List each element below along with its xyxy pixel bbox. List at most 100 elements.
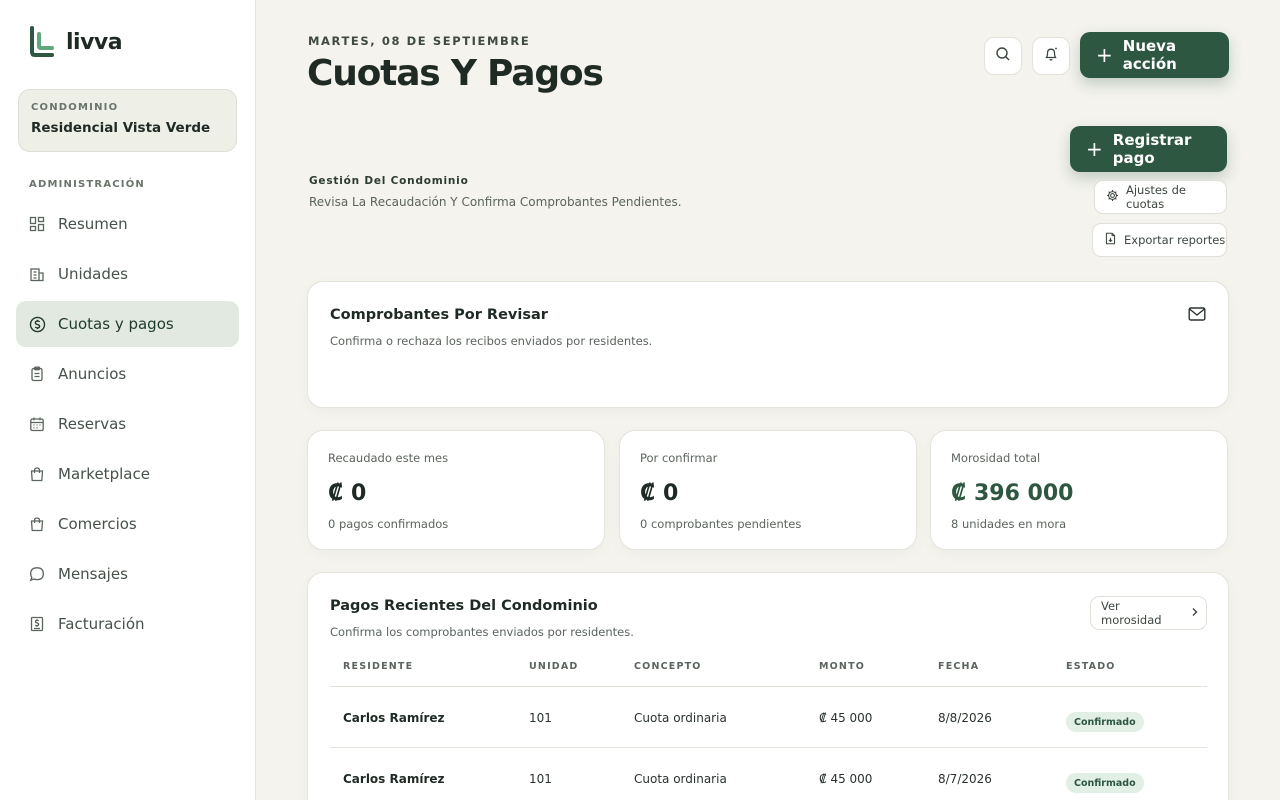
notifications-button[interactable] — [1032, 37, 1070, 75]
export-reports-button[interactable]: Exportar reportes — [1092, 223, 1227, 257]
bell-icon — [1043, 46, 1059, 66]
section-description: Revisa La Recaudación Y Confirma Comprob… — [309, 195, 682, 209]
app-logo[interactable]: livva — [28, 26, 123, 58]
table-row[interactable]: Carlos Ramírez 101 Cuota ordinaria ₡ 45 … — [330, 748, 1207, 800]
register-payment-button[interactable]: + Registrar pago — [1070, 126, 1227, 172]
column-header: FECHA — [938, 661, 980, 672]
admin-section-label: ADMINISTRACIÓN — [29, 179, 145, 190]
view-delinquency-button[interactable]: Ver morosidad — [1090, 596, 1207, 630]
stat-value: ₡ 0 — [640, 481, 679, 506]
review-card-title: Comprobantes Por Revisar — [330, 307, 548, 323]
chat-bubble-icon — [28, 565, 46, 583]
stat-card-delinquency: Morosidad total ₡ 396 000 8 unidades en … — [930, 430, 1228, 550]
stat-label: Por confirmar — [640, 451, 718, 465]
status-badge: Confirmado — [1066, 712, 1144, 732]
mail-icon[interactable] — [1188, 306, 1206, 326]
cell-concept: Cuota ordinaria — [634, 772, 727, 786]
stat-value: ₡ 396 000 — [951, 481, 1074, 506]
search-button[interactable] — [984, 37, 1022, 75]
fee-settings-button[interactable]: Ajustes de cuotas — [1094, 180, 1227, 214]
sidebar-item-label: Facturación — [58, 615, 145, 633]
plus-icon: + — [1096, 43, 1113, 67]
grid-icon — [28, 215, 46, 233]
sidebar-item-facturacion[interactable]: Facturación — [16, 601, 239, 647]
current-date: MARTES, 08 DE SEPTIEMBRE — [308, 34, 531, 48]
recent-payments-card: Pagos Recientes Del Condominio Confirma … — [307, 572, 1229, 800]
payments-table: RESIDENTE UNIDAD CONCEPTO MONTO FECHA ES… — [330, 653, 1207, 800]
view-delinquency-label: Ver morosidad — [1101, 599, 1162, 627]
building-icon — [28, 265, 46, 283]
cell-amount: ₡ 45 000 — [819, 772, 873, 786]
condominium-name: Residencial Vista Verde — [31, 120, 211, 136]
store-bag-icon — [28, 515, 46, 533]
sidebar-item-anuncios[interactable]: Anuncios — [16, 351, 239, 397]
sidebar-item-label: Mensajes — [58, 565, 128, 583]
stat-label: Morosidad total — [951, 451, 1041, 465]
payments-card-title: Pagos Recientes Del Condominio — [330, 598, 598, 614]
new-action-button[interactable]: + Nueva acción — [1080, 32, 1229, 78]
cell-resident: Carlos Ramírez — [343, 772, 445, 786]
clipboard-icon — [28, 365, 46, 383]
sidebar-nav: Resumen Unidades Cuotas y pagos Anuncios… — [16, 201, 239, 651]
sidebar-item-unidades[interactable]: Unidades — [16, 251, 239, 297]
sidebar-item-label: Unidades — [58, 265, 128, 283]
column-header: MONTO — [819, 661, 866, 672]
sidebar-item-reservas[interactable]: Reservas — [16, 401, 239, 447]
sidebar-item-label: Anuncios — [58, 365, 127, 383]
chevron-right-icon — [1191, 606, 1206, 620]
cell-amount: ₡ 45 000 — [819, 711, 873, 725]
sidebar-item-resumen[interactable]: Resumen — [16, 201, 239, 247]
stat-card-collected: Recaudado este mes ₡ 0 0 pagos confirmad… — [307, 430, 605, 550]
file-download-icon — [1104, 232, 1124, 248]
cell-resident: Carlos Ramírez — [343, 711, 445, 725]
dollar-circle-icon — [28, 315, 46, 333]
column-header: UNIDAD — [529, 661, 579, 672]
sidebar: livva CONDOMINIO Residencial Vista Verde… — [0, 0, 256, 800]
stat-value: ₡ 0 — [328, 481, 367, 506]
column-header: RESIDENTE — [343, 661, 414, 672]
search-icon — [995, 46, 1011, 66]
sidebar-item-mensajes[interactable]: Mensajes — [16, 551, 239, 597]
condominium-label: CONDOMINIO — [31, 102, 119, 113]
table-row[interactable]: Carlos Ramírez 101 Cuota ordinaria ₡ 45 … — [330, 687, 1207, 748]
payments-card-subtitle: Confirma los comprobantes enviados por r… — [330, 625, 634, 639]
new-action-label: Nueva acción — [1122, 37, 1177, 73]
sidebar-item-label: Comercios — [58, 515, 137, 533]
status-badge: Confirmado — [1066, 773, 1144, 793]
table-header: RESIDENTE UNIDAD CONCEPTO MONTO FECHA ES… — [330, 653, 1207, 687]
stat-subtext: 0 pagos confirmados — [328, 517, 449, 531]
shopping-bag-icon — [28, 465, 46, 483]
stat-label: Recaudado este mes — [328, 451, 449, 465]
cell-unit: 101 — [529, 711, 552, 725]
cell-unit: 101 — [529, 772, 552, 786]
column-header: ESTADO — [1066, 661, 1116, 672]
register-payment-label: Registrar pago — [1112, 131, 1192, 167]
page-title: Cuotas Y Pagos — [307, 53, 604, 94]
column-header: CONCEPTO — [634, 661, 702, 672]
export-reports-label: Exportar reportes — [1124, 233, 1226, 247]
condominium-selector[interactable]: CONDOMINIO Residencial Vista Verde — [18, 89, 237, 152]
sidebar-item-cuotas-y-pagos[interactable]: Cuotas y pagos — [16, 301, 239, 347]
sidebar-item-comercios[interactable]: Comercios — [16, 501, 239, 547]
gear-icon — [1106, 189, 1126, 205]
sidebar-item-label: Resumen — [58, 215, 128, 233]
section-eyebrow: Gestión Del Condominio — [309, 175, 469, 187]
invoice-icon — [28, 615, 46, 633]
plus-icon: + — [1086, 137, 1103, 161]
sidebar-item-label: Marketplace — [58, 465, 150, 483]
stat-subtext: 8 unidades en mora — [951, 517, 1067, 531]
sidebar-item-marketplace[interactable]: Marketplace — [16, 451, 239, 497]
cell-concept: Cuota ordinaria — [634, 711, 727, 725]
livva-logo-icon — [28, 26, 56, 58]
stat-subtext: 0 comprobantes pendientes — [640, 517, 802, 531]
sidebar-item-label: Cuotas y pagos — [58, 315, 174, 333]
receipts-review-card: Comprobantes Por Revisar Confirma o rech… — [307, 281, 1229, 408]
sidebar-item-label: Reservas — [58, 415, 127, 433]
calendar-icon — [28, 415, 46, 433]
cell-date: 8/8/2026 — [938, 711, 992, 725]
app-name: livva — [66, 29, 123, 55]
fee-settings-label: Ajustes de cuotas — [1126, 183, 1186, 211]
review-card-subtitle: Confirma o rechaza los recibos enviados … — [330, 334, 653, 348]
cell-date: 8/7/2026 — [938, 772, 992, 786]
stat-card-pending: Por confirmar ₡ 0 0 comprobantes pendien… — [619, 430, 917, 550]
